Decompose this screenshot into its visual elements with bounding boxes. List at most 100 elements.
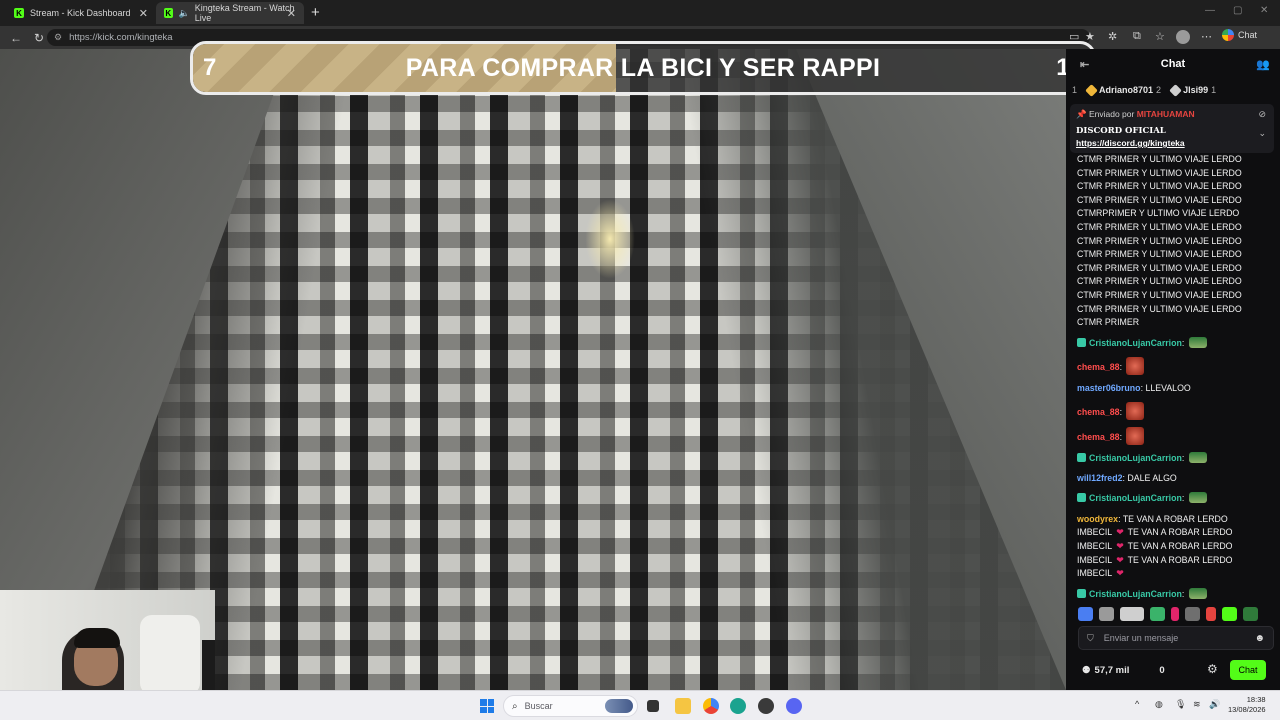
chat-message: CristianoLujanCarrion:: [1077, 492, 1274, 506]
chat-colon: :: [1181, 588, 1187, 599]
shield-icon: ⛉: [1087, 632, 1094, 643]
favorites-icon[interactable]: ☆: [1155, 30, 1165, 43]
reload-icon[interactable]: ↻: [32, 31, 46, 45]
heart-emote-icon: ❤: [1116, 568, 1124, 579]
site-info-icon[interactable]: ⚙: [54, 32, 62, 43]
unpin-icon[interactable]: ⊘: [1258, 109, 1266, 120]
gear-icon[interactable]: ⚙: [1207, 662, 1218, 676]
obs-icon[interactable]: [758, 698, 774, 714]
chevron-down-icon[interactable]: ⌄: [1258, 128, 1266, 139]
speaker-icon[interactable]: 🔈: [179, 8, 190, 19]
kick-logo-icon: K: [14, 8, 24, 18]
search-highlight-icon: [605, 699, 633, 713]
taskbar-clock[interactable]: 18:38 13/08/2026: [1228, 695, 1266, 715]
chat-message: CTMR PRIMER Y ULTIMO VIAJE LERDO: [1077, 276, 1242, 287]
browser-chat-button[interactable]: Chat: [1222, 29, 1257, 41]
chat-message: IMBECIL ❤ TE VAN A ROBAR LERDO: [1077, 554, 1274, 568]
bookmark-star-icon[interactable]: ★: [1085, 30, 1095, 43]
close-tab-icon[interactable]: ✕: [287, 7, 296, 20]
taskbar-search[interactable]: ⌕ Buscar: [503, 695, 638, 717]
chat-message: CTMR PRIMER Y ULTIMO VIAJE LERDO: [1077, 249, 1242, 260]
volume-icon[interactable]: 🔊: [1209, 699, 1220, 710]
channel-points[interactable]: ⚉ 57,7 mil: [1082, 665, 1129, 676]
chat-username[interactable]: chema_88: [1077, 432, 1120, 442]
subscriber-badge-icon: [1077, 452, 1086, 462]
chat-spacer: [1077, 581, 1274, 588]
file-explorer-icon[interactable]: [675, 698, 691, 714]
pinned-by-label: Enviado por: [1088, 109, 1135, 119]
emote-icon[interactable]: [1078, 607, 1093, 621]
chat-message: chema_88:: [1077, 426, 1274, 445]
send-chat-button[interactable]: Chat: [1230, 660, 1266, 680]
chat-spacer: [1077, 420, 1274, 427]
tray-chevron-icon[interactable]: ^: [1135, 699, 1139, 709]
emote-icon[interactable]: [1171, 607, 1179, 621]
back-arrow-icon[interactable]: ←: [9, 31, 23, 45]
emote-icon[interactable]: [1222, 607, 1237, 621]
tray-app-icon[interactable]: ◍: [1155, 699, 1163, 710]
close-window-icon[interactable]: ✕: [1260, 5, 1268, 16]
leaderboard-entry[interactable]: Jlsi99 1: [1169, 83, 1217, 97]
windows-taskbar: ⌕ Buscar ^ ◍ 🎙 ≋ 🔊 18:38 13/08/2026: [0, 690, 1280, 720]
chat-input[interactable]: ⛉ Enviar un mensaje ☻: [1078, 626, 1274, 650]
leaderboard-entry[interactable]: Adriano8701 2: [1085, 83, 1161, 97]
tab-label: Kingteka Stream - Watch Live: [194, 3, 295, 23]
clock-time: 18:38: [1246, 695, 1266, 704]
chat-username[interactable]: CristianoLujanCarrion: [1089, 453, 1182, 463]
emoji-icon[interactable]: ☻: [1254, 633, 1265, 644]
emote-icon[interactable]: [1150, 607, 1165, 621]
pinned-message[interactable]: 📌 Enviado por MITAHUAMAN ⊘ ⌄ DISCORD OFI…: [1070, 104, 1274, 153]
emote-icon[interactable]: [1099, 607, 1114, 621]
chat-username[interactable]: CristianoLujanCarrion: [1089, 338, 1182, 348]
leader-count: 1: [1211, 85, 1217, 95]
emote-icon[interactable]: [1120, 607, 1144, 621]
subscriber-badge-icon: [1077, 337, 1086, 347]
chat-message-text: TE VAN A ROBAR LERDO: [1127, 527, 1233, 538]
chat-username[interactable]: chema_88: [1077, 407, 1120, 417]
pinned-title: DISCORD OFICIAL: [1076, 126, 1166, 136]
wifi-icon[interactable]: ≋: [1193, 699, 1201, 710]
windows-start-icon[interactable]: [480, 699, 494, 713]
discord-icon[interactable]: [786, 698, 802, 714]
chat-spacer: [1077, 395, 1274, 402]
close-tab-icon[interactable]: ✕: [139, 7, 148, 20]
pinned-link[interactable]: https://discord.gg/kingteka: [1076, 138, 1268, 148]
tab-kingteka-stream[interactable]: K 🔈 Kingteka Stream - Watch Live ✕: [156, 2, 304, 24]
edge-icon[interactable]: [730, 698, 746, 714]
profile-avatar[interactable]: [1176, 30, 1190, 44]
extension-icon[interactable]: ✲: [1108, 30, 1117, 43]
chat-message: CristianoLujanCarrion:: [1077, 451, 1274, 466]
menu-dots-icon[interactable]: ⋯: [1201, 30, 1212, 43]
chat-username[interactable]: will12fred2: [1077, 473, 1122, 483]
collapse-chat-icon[interactable]: ⇤: [1080, 58, 1089, 71]
chat-message: CTMR PRIMER Y ULTIMO VIAJE LERDO: [1077, 262, 1242, 273]
chat-message: chema_88:: [1077, 402, 1274, 421]
chat-message: CTMR PRIMER Y ULTIMO VIAJE LERDO: [1077, 167, 1242, 178]
chat-message: will12fred2: DALE ALGO: [1077, 472, 1274, 486]
new-tab-button[interactable]: +: [311, 4, 320, 21]
users-icon[interactable]: 👥: [1256, 58, 1270, 71]
emote-icon[interactable]: [1243, 607, 1258, 621]
search-icon: ⌕: [512, 700, 518, 712]
chat-username[interactable]: CristianoLujanCarrion: [1089, 493, 1182, 503]
chat-message-text: TE VAN A ROBAR LERDO: [1127, 541, 1233, 552]
chat-message: master06bruno: LLEVALOO: [1077, 382, 1274, 396]
minimize-icon[interactable]: —: [1205, 5, 1215, 16]
emote-icon: [1126, 402, 1145, 421]
puzzle-icon[interactable]: ⧉: [1133, 30, 1141, 43]
zero-counter: 0: [1159, 664, 1165, 676]
browser-tabstrip: K Stream - Kick Dashboard ✕ K 🔈 Kingteka…: [0, 0, 1280, 26]
microphone-icon[interactable]: 🎙: [1175, 699, 1186, 710]
chat-username[interactable]: woodyrex: [1077, 514, 1118, 524]
emote-icon[interactable]: [1206, 607, 1216, 621]
pinned-by-user[interactable]: MITAHUAMAN: [1137, 109, 1195, 119]
tab-kick-dashboard[interactable]: K Stream - Kick Dashboard ✕: [6, 2, 156, 24]
heart-emote-icon: ❤: [1116, 554, 1124, 565]
chat-username[interactable]: master06bruno: [1077, 383, 1141, 393]
emote-icon[interactable]: [1185, 607, 1200, 621]
task-view-icon[interactable]: [647, 700, 659, 712]
copilot-app-icon[interactable]: [703, 698, 719, 714]
maximize-icon[interactable]: ▢: [1233, 5, 1242, 16]
chat-username[interactable]: CristianoLujanCarrion: [1089, 589, 1182, 599]
chat-username[interactable]: chema_88: [1077, 362, 1120, 372]
